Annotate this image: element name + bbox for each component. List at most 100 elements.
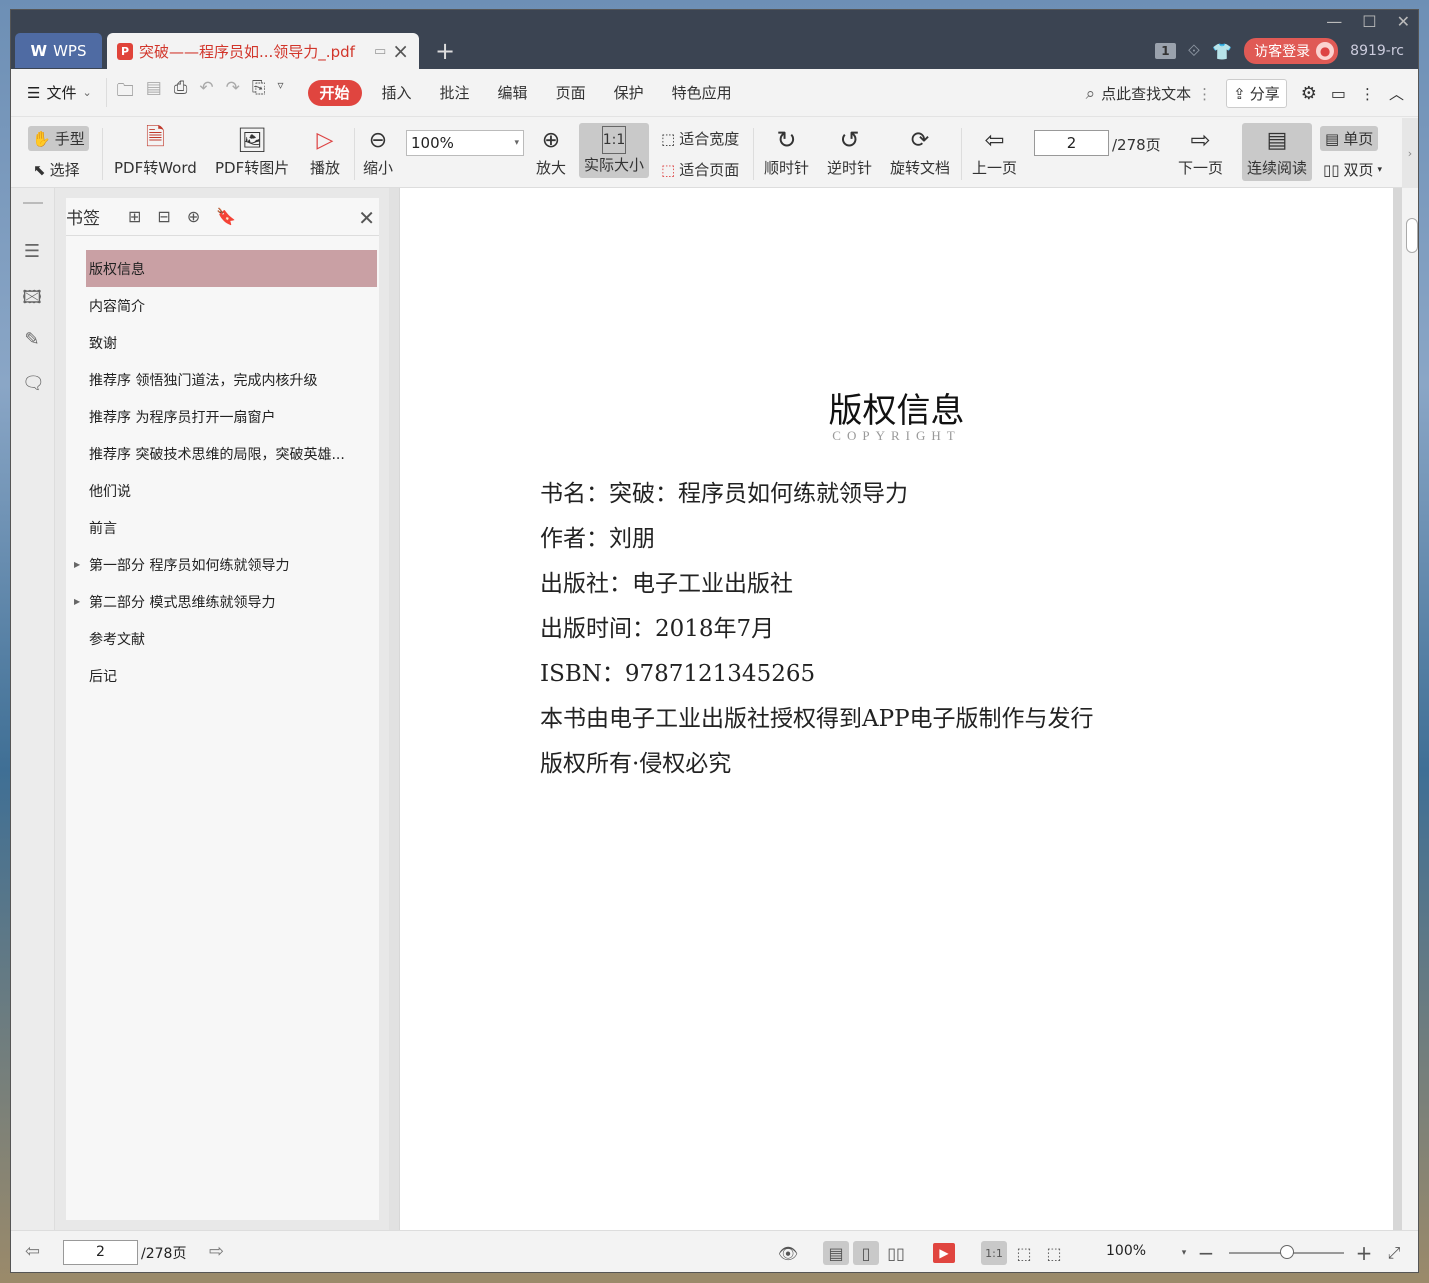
undo-icon[interactable]: ↶ [199,78,213,107]
window-controls: — ☐ ✕ [1326,12,1410,31]
actual-size-status-icon[interactable]: 1:1 [981,1241,1007,1265]
continuous-read-button[interactable]: ▤ 连续阅读 [1242,123,1312,181]
monitor-icon[interactable]: ▭ [374,44,386,59]
tab-close-icon[interactable]: × [392,41,409,61]
new-tab-button[interactable]: + [435,37,455,65]
rotate-document-button[interactable]: ⟳ 旋转文档 [890,123,950,178]
bookmark-item[interactable]: 后记 [86,657,377,694]
open-folder-icon[interactable]: 🗀 [117,78,134,107]
close-window-icon[interactable]: ✕ [1397,12,1410,31]
zoom-slider[interactable] [1229,1245,1344,1259]
zoom-out-button[interactable]: ⊖ 缩小 [363,123,393,178]
bookmark-settings-icon[interactable]: 🔖 [216,207,236,226]
pdf-to-image-button[interactable]: 🖼 PDF转图片 [215,123,289,178]
slideshow-icon[interactable]: ▶ [933,1243,955,1263]
fit-page-status-icon[interactable]: ⬚ [1011,1241,1037,1265]
status-prev-page-icon[interactable]: ⇦ [25,1241,40,1262]
window-count-badge[interactable]: 1 [1155,43,1176,59]
double-view-icon[interactable]: ▯▯ [883,1241,909,1265]
expand-all-icon[interactable]: ⊞ [128,207,141,226]
expand-triangle-icon[interactable]: ▶ [74,560,80,569]
settings-gear-icon[interactable]: ⚙ [1301,83,1317,104]
bookmark-item[interactable]: 推荐序 领悟独门道法，完成内核升级 [86,361,377,398]
more-menu-icon[interactable]: ⋮ [1360,85,1375,103]
minimize-icon[interactable]: — [1326,12,1342,31]
bookmark-item[interactable]: 致谢 [86,324,377,361]
outline-icon[interactable]: ☰ [22,241,42,262]
play-button[interactable]: ▷ 播放 [310,123,340,178]
status-next-page-icon[interactable]: ⇨ [209,1241,224,1262]
rotate-counterclockwise-button[interactable]: ↺ 逆时针 [827,123,872,178]
bookmark-item[interactable]: ▶ 第一部分 程序员如何练就领导力 [74,546,377,583]
tab-features[interactable]: 特色应用 [658,80,746,106]
export-icon[interactable]: ⎘ [252,78,266,107]
status-zoom-value[interactable]: 100% [1106,1243,1146,1259]
bookmark-item[interactable]: ▶ 第二部分 模式思维练就领导力 [74,583,377,620]
fit-page-button[interactable]: ⬚ 适合页面 [661,159,739,180]
next-page-button[interactable]: ⇨ 下一页 [1178,123,1223,178]
bookmark-item[interactable]: 他们说 [86,472,377,509]
tab-page[interactable]: 页面 [542,80,600,106]
bookmark-item[interactable]: 内容简介 [86,287,377,324]
customize-chevron-icon[interactable]: ▿ [277,78,283,107]
comment-icon[interactable]: ▭ [1331,84,1346,103]
eye-protection-icon[interactable]: 👁 [775,1241,801,1265]
bookmark-item[interactable]: 推荐序 为程序员打开一扇窗户 [86,398,377,435]
tab-annotate[interactable]: 批注 [426,80,484,106]
maximize-icon[interactable]: ☐ [1362,12,1376,31]
scrollbar-thumb[interactable] [1406,218,1418,253]
tab-wps-home[interactable]: W WPS [15,33,102,68]
status-page-input[interactable]: 2 [63,1240,138,1265]
fit-width-button[interactable]: ⬚ 适合宽度 [661,128,739,149]
actual-size-button[interactable]: 1:1 实际大小 [579,123,649,178]
zoom-in-button[interactable]: ⊕ 放大 [536,123,566,178]
collapse-all-icon[interactable]: ⊟ [157,207,170,226]
tab-protect[interactable]: 保护 [600,80,658,106]
hand-tool-button[interactable]: ✋ 手型 [28,126,89,151]
annotation-list-icon[interactable]: 🗨 [22,373,45,394]
rotate-counterclockwise-label: 逆时针 [827,159,873,177]
publish-date-line: 出版时间：2018年7月 [540,616,775,642]
tab-document[interactable]: P 突破——程序员如...领导力_.pdf ▭ × [107,33,419,69]
ribbon-scroll-right-icon[interactable]: › [1402,118,1418,188]
double-page-button[interactable]: ▯▯ 双页 ▾ [1323,159,1382,180]
add-bookmark-icon[interactable]: ⊕ [187,207,200,226]
page-number-input[interactable]: 2 [1034,130,1109,156]
continuous-view-icon[interactable]: ▤ [823,1241,849,1265]
tab-insert[interactable]: 插入 [368,80,426,106]
panel-scrollbar[interactable] [389,188,399,1230]
fullscreen-icon[interactable]: ⤢ [1381,1241,1407,1265]
expand-triangle-icon[interactable]: ▶ [74,597,80,606]
file-menu[interactable]: ☰ 文件 ⌄ [27,82,92,103]
prev-page-button[interactable]: ⇦ 上一页 [972,123,1017,178]
thumbnail-image-icon[interactable]: 🖾 [22,285,42,308]
status-zoom-out-icon[interactable]: − [1193,1241,1219,1265]
bookmark-item[interactable]: 参考文献 [86,620,377,657]
print-icon[interactable]: ⎙ [174,78,188,107]
skin-icon[interactable]: ⟐ [1188,41,1201,61]
guest-login-button[interactable]: 访客登录 ● [1244,38,1339,64]
rotate-clockwise-button[interactable]: ↻ 顺时针 [764,123,809,178]
document-scrollbar[interactable] [1402,188,1418,1230]
collapse-ribbon-icon[interactable]: ︿ [1389,83,1404,104]
bookmark-item[interactable]: 前言 [86,509,377,546]
status-zoom-in-icon[interactable]: + [1351,1241,1377,1265]
bookmark-item[interactable]: 版权信息 [86,250,377,287]
single-view-icon[interactable]: ▯ [853,1241,879,1265]
save-icon[interactable]: ▤ [146,78,162,107]
tab-start[interactable]: 开始 [307,79,362,106]
panel-close-icon[interactable]: ✕ [358,206,375,230]
zoom-slider-knob[interactable] [1279,1245,1294,1259]
redo-icon[interactable]: ↷ [226,78,240,107]
single-page-button[interactable]: ▤ 单页 [1320,126,1379,151]
shirt-icon[interactable]: 👕 [1212,42,1232,61]
zoom-select[interactable]: 100% ▾ [406,130,524,156]
search-text-button[interactable]: ⌕ 点此查找文本 ⋮ [1086,83,1213,104]
tab-edit[interactable]: 编辑 [484,80,542,106]
share-button[interactable]: ⇪ 分享 [1226,79,1287,108]
bookmark-item[interactable]: 推荐序 突破技术思维的局限，突破英雄... [86,435,377,472]
select-tool-button[interactable]: ⬉ 选择 [33,159,80,180]
signature-icon[interactable]: ✎ [22,329,42,350]
pdf-to-word-button[interactable]: 🗎 PDF转Word [114,123,197,178]
fit-width-status-icon[interactable]: ⬚ [1041,1241,1067,1265]
